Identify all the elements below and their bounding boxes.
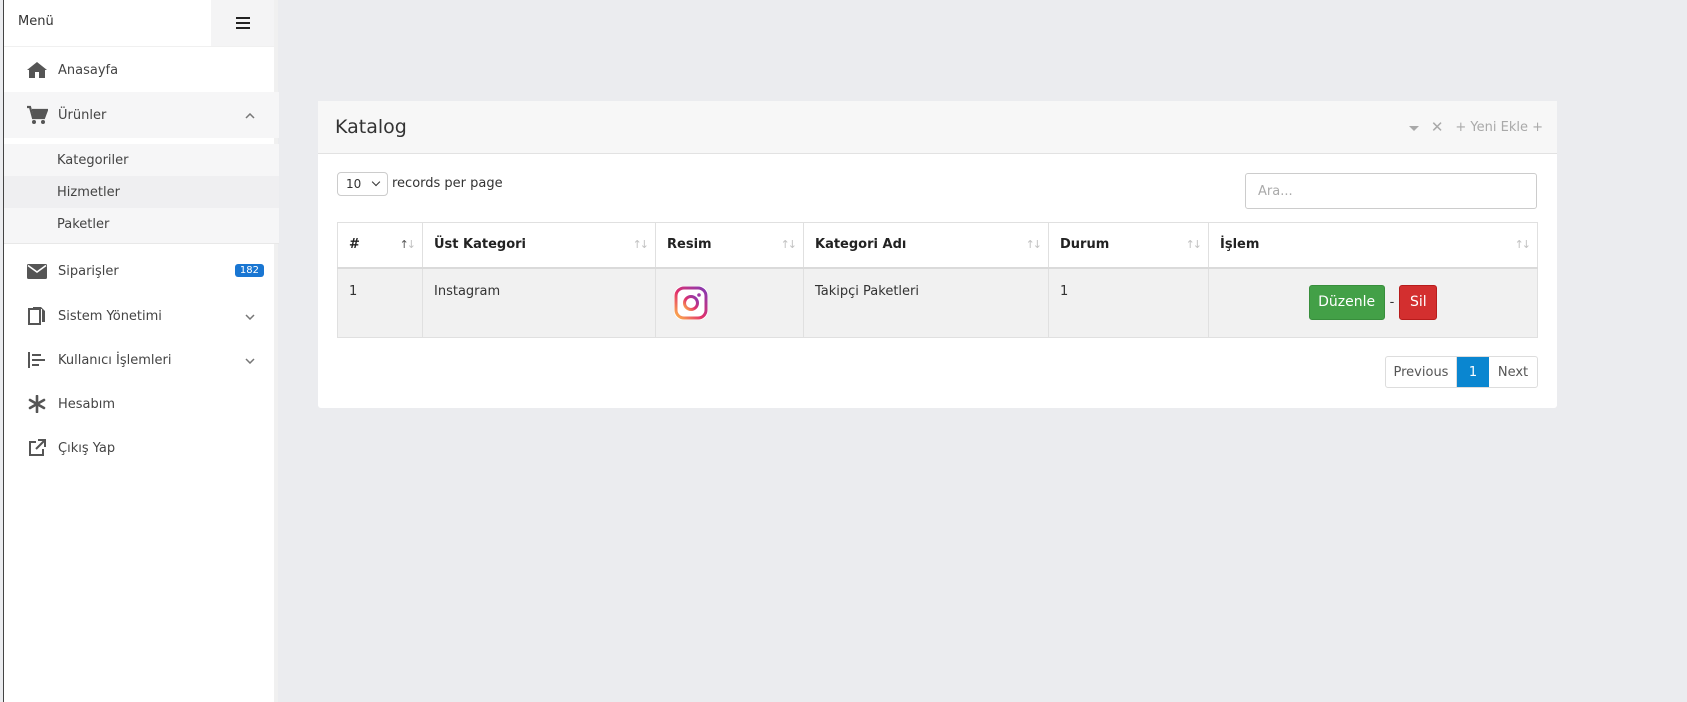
subitem-label: Paketler [57,216,110,232]
sidebar-item-products[interactable]: Ürünler [4,92,279,138]
orders-count-badge: 182 [234,264,264,277]
instagram-icon [674,285,708,320]
chevron-up-icon [245,108,255,123]
home-icon [26,59,48,81]
sidebar-item-label: Kullanıcı İşlemleri [58,352,172,368]
menu-label: Menü [18,14,54,29]
sidebar-item-label: Ürünler [58,107,107,123]
add-new-button[interactable]: + Yeni Ekle + [1455,120,1543,135]
action-separator: - [1389,294,1395,310]
delete-button[interactable]: Sil [1399,284,1438,320]
previous-page-button[interactable]: Previous [1386,357,1457,387]
row-actions: Düzenle - Sil [1220,284,1526,320]
catalog-card: Katalog ✕ + Yeni Ekle + 10 records per p… [318,101,1557,408]
page-1-button[interactable]: 1 [1457,357,1489,387]
search-input[interactable] [1245,173,1537,209]
collapse-caret-icon[interactable] [1408,125,1419,131]
card-header: Katalog ✕ + Yeni Ekle + [318,101,1557,154]
chevron-down-icon [245,309,255,324]
column-header-status[interactable]: Durum ↑↓ [1048,222,1209,269]
select-value: 10 [346,177,362,191]
sort-icon: ↑↓ [399,238,417,251]
products-submenu: Kategoriler Hizmetler Paketler [4,144,279,244]
sort-icon: ↑↓ [632,238,650,251]
cell-id: 1 [337,267,423,338]
asterisk-icon [26,393,48,415]
column-header-name[interactable]: Kategori Adı ↑↓ [803,222,1049,269]
records-per-page-select[interactable]: 10 [337,172,388,196]
subitem-label: Kategoriler [57,152,129,168]
column-header-parent[interactable]: Üst Kategori ↑↓ [422,222,656,269]
sidebar-subitem-services[interactable]: Hizmetler [4,176,279,208]
sidebar-item-label: Çıkış Yap [58,440,116,456]
edit-button[interactable]: Düzenle [1308,284,1385,320]
sidebar-item-home[interactable]: Anasayfa [4,47,279,93]
chevron-down-icon [371,177,381,187]
sort-icon: ↑↓ [1514,238,1532,251]
card-title: Katalog [335,116,407,138]
envelope-icon [26,260,48,282]
cell-image [655,267,804,338]
column-header-id[interactable]: # ↑↓ [337,222,423,269]
sidebar-item-label: Siparişler [58,263,119,279]
sort-icon: ↑↓ [780,238,798,251]
pagination: Previous 1 Next [1385,356,1538,388]
sidebar-item-logout[interactable]: Çıkış Yap [4,425,279,471]
sidebar-item-system[interactable]: Sistem Yönetimi [4,293,279,339]
menu-toggle-button[interactable] [211,0,274,46]
sidebar-item-label: Anasayfa [58,62,119,78]
sidebar-subitem-packages[interactable]: Paketler [4,208,279,240]
align-left-icon [26,349,48,371]
records-per-page-label: records per page [392,176,503,191]
cart-icon [26,104,48,126]
sidebar: Menü Anasayfa Ürünler Kategoriler Hizmet… [3,0,279,702]
sidebar-item-label: Hesabım [58,396,116,412]
cell-parent: Instagram [422,267,656,338]
sidebar-item-label: Sistem Yönetimi [58,308,162,324]
cell-actions: Düzenle - Sil [1208,267,1538,338]
hamburger-icon [235,14,250,33]
card-tools: ✕ + Yeni Ekle + [1408,118,1543,136]
column-header-actions[interactable]: İşlem ↑↓ [1208,222,1538,269]
chevron-down-icon [245,353,255,368]
sidebar-item-users[interactable]: Kullanıcı İşlemleri [4,337,279,383]
sidebar-item-orders[interactable]: Siparişler 182 [4,248,279,294]
cell-name: Takipçi Paketleri [803,267,1049,338]
sidebar-item-account[interactable]: Hesabım [4,381,279,427]
next-page-button[interactable]: Next [1489,357,1537,387]
table-row: 1 Instagram Takipçi Paketleri 1 Düzenle … [337,267,1538,338]
files-icon [26,305,48,327]
sidebar-subitem-categories[interactable]: Kategoriler [4,144,279,176]
table-header-row: # ↑↓ Üst Kategori ↑↓ Resim ↑↓ Kategori Adı ↑… [337,222,1538,269]
close-icon[interactable]: ✕ [1431,118,1444,136]
sort-icon: ↑↓ [1025,238,1043,251]
cell-status: 1 [1048,267,1209,338]
catalog-table: # ↑↓ Üst Kategori ↑↓ Resim ↑↓ Kategori Adı ↑… [337,222,1538,338]
sidebar-header: Menü [4,0,274,47]
subitem-label: Hizmetler [57,184,120,200]
sort-icon: ↑↓ [1185,238,1203,251]
column-header-image[interactable]: Resim ↑↓ [655,222,804,269]
external-link-icon [26,437,48,459]
